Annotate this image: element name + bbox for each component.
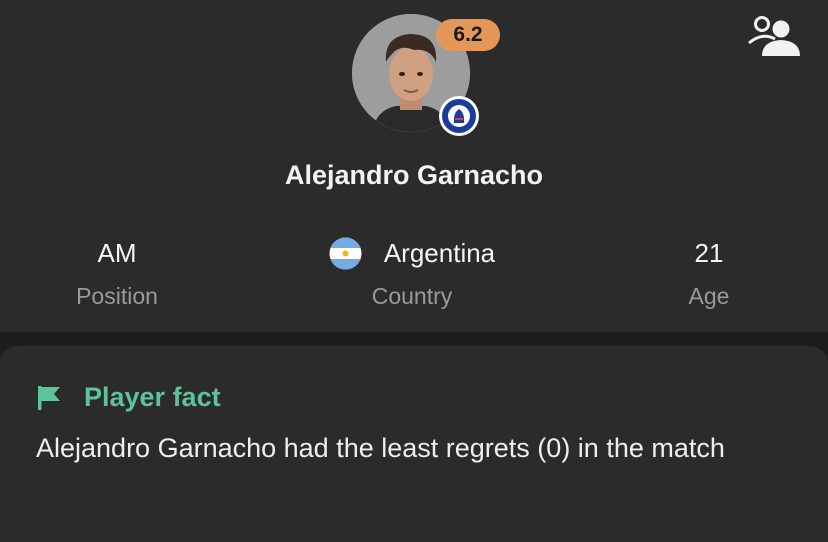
country-value-row: Argentina — [300, 236, 524, 270]
player-screen: 6.2 Alejandro Garnacho AM Position Argen… — [0, 0, 828, 542]
argentina-flag-icon — [329, 237, 362, 269]
compare-players-button[interactable] — [744, 14, 802, 60]
age-value: 21 — [694, 238, 724, 268]
country-value: Argentina — [383, 238, 496, 268]
country-label: Country — [371, 283, 453, 309]
stat-position: AM Position — [42, 236, 192, 310]
flag-icon — [38, 385, 60, 410]
player-rating-badge: 6.2 — [436, 19, 500, 51]
people-compare-icon — [748, 16, 800, 56]
player-fact-header: Player fact — [36, 382, 221, 413]
chelsea-crest-icon — [439, 96, 479, 136]
player-name: Alejandro Garnacho — [284, 160, 544, 190]
position-value: AM — [97, 238, 137, 268]
stat-age: 21 Age — [634, 236, 784, 310]
age-label: Age — [688, 283, 730, 309]
stat-country: Argentina Country — [300, 236, 524, 310]
player-fact-text: Alejandro Garnacho had the least regrets… — [36, 433, 725, 463]
player-fact-title: Player fact — [84, 382, 221, 412]
position-label: Position — [76, 283, 158, 309]
player-card: 6.2 Alejandro Garnacho AM Position Argen… — [0, 0, 828, 332]
